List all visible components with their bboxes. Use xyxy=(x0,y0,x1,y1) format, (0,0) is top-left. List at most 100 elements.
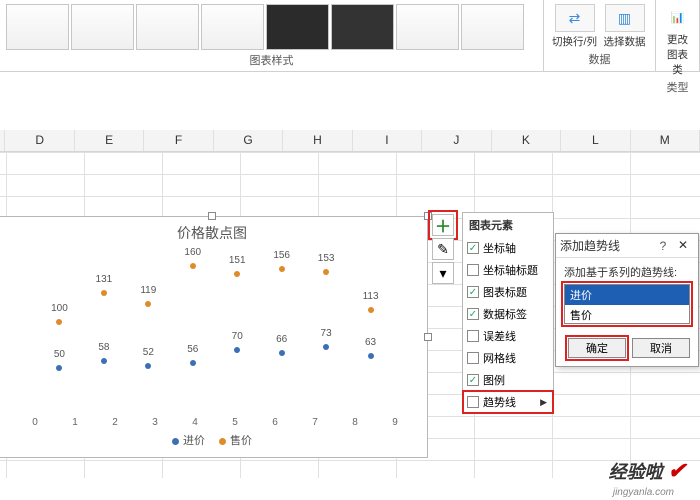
panel-item-axes[interactable]: 坐标轴 xyxy=(463,237,553,259)
panel-item-axis-titles[interactable]: 坐标轴标题 xyxy=(463,259,553,281)
chart-legend[interactable]: 进价 售价 xyxy=(0,432,427,448)
switch-row-col-button[interactable]: ⇄ 切换行/列 xyxy=(551,4,599,49)
chart-type-icon: 📊 xyxy=(664,4,692,30)
resize-handle[interactable] xyxy=(424,333,432,341)
list-option[interactable]: 售价 xyxy=(565,305,689,325)
chart-styles-button[interactable]: ✎ xyxy=(432,238,454,260)
chart-style-thumb[interactable] xyxy=(201,4,264,50)
cancel-button[interactable]: 取消 xyxy=(632,338,690,358)
chart-style-thumb[interactable] xyxy=(6,4,69,50)
col-header[interactable]: F xyxy=(144,130,213,151)
panel-item-chart-title[interactable]: 图表标题 xyxy=(463,281,553,303)
data-point[interactable] xyxy=(101,358,107,364)
checkbox-icon[interactable] xyxy=(467,396,479,408)
column-headers: D E F G H I J K L M xyxy=(0,130,700,152)
chart-elements-button[interactable]: ＋ xyxy=(432,214,454,236)
panel-item-data-labels[interactable]: 数据标签 xyxy=(463,303,553,325)
ok-button[interactable]: 确定 xyxy=(568,338,626,358)
data-label: 100 xyxy=(51,303,68,314)
data-point[interactable] xyxy=(234,347,240,353)
data-label: 156 xyxy=(273,250,290,261)
data-point[interactable] xyxy=(56,319,62,325)
panel-item-label: 图例 xyxy=(483,372,505,388)
data-point[interactable] xyxy=(368,353,374,359)
dialog-titlebar[interactable]: 添加趋势线 ? ✕ xyxy=(556,234,698,258)
col-header[interactable]: K xyxy=(492,130,561,151)
chart-fly-buttons: ＋ ✎ ▾ xyxy=(432,214,454,284)
col-header[interactable]: E xyxy=(75,130,144,151)
x-tick: 6 xyxy=(272,417,278,428)
col-header[interactable]: H xyxy=(283,130,352,151)
data-point[interactable] xyxy=(234,271,240,277)
x-tick: 1 xyxy=(72,417,78,428)
spreadsheet-grid[interactable]: 价格散点图 5058525670667363100131119160151156… xyxy=(0,152,700,478)
chart-style-thumb[interactable] xyxy=(396,4,459,50)
chart-style-thumb[interactable] xyxy=(71,4,134,50)
select-data-button[interactable]: ▥ 选择数据 xyxy=(601,4,649,49)
data-point[interactable] xyxy=(145,363,151,369)
checkbox-icon[interactable] xyxy=(467,330,479,342)
dialog-title: 添加趋势线 xyxy=(560,237,654,254)
embedded-chart[interactable]: 价格散点图 5058525670667363100131119160151156… xyxy=(0,216,428,458)
panel-item-error-bars[interactable]: 误差线 xyxy=(463,325,553,347)
col-header[interactable]: I xyxy=(353,130,422,151)
help-button[interactable]: ? xyxy=(654,239,672,253)
data-point[interactable] xyxy=(145,301,151,307)
data-point[interactable] xyxy=(56,365,62,371)
watermark-sub: jingyanla.com xyxy=(613,487,674,498)
chart-style-gallery[interactable] xyxy=(6,2,537,50)
chart-style-thumb[interactable] xyxy=(461,4,524,50)
data-point[interactable] xyxy=(190,360,196,366)
panel-item-legend[interactable]: 图例 xyxy=(463,369,553,391)
chart-style-thumb[interactable] xyxy=(331,4,394,50)
data-point[interactable] xyxy=(368,307,374,313)
data-point[interactable] xyxy=(279,266,285,272)
panel-title: 图表元素 xyxy=(463,213,553,237)
add-trendline-dialog[interactable]: 添加趋势线 ? ✕ 添加基于系列的趋势线: 进价 售价 确定 取消 xyxy=(555,233,699,367)
panel-item-label: 趋势线 xyxy=(483,394,516,410)
col-header[interactable]: D xyxy=(5,130,74,151)
series-listbox[interactable]: 进价 售价 xyxy=(564,284,690,324)
x-tick: 8 xyxy=(352,417,358,428)
chart-title[interactable]: 价格散点图 xyxy=(0,217,427,247)
x-tick: 5 xyxy=(232,417,238,428)
col-header[interactable]: M xyxy=(631,130,700,151)
checkbox-icon[interactable] xyxy=(467,374,479,386)
panel-item-label: 误差线 xyxy=(483,328,516,344)
close-button[interactable]: ✕ xyxy=(672,238,694,254)
panel-item-trendline[interactable]: 趋势线 ▶ xyxy=(463,391,553,413)
change-chart-type-button[interactable]: 📊 更改图表类 xyxy=(662,2,693,77)
data-point[interactable] xyxy=(323,269,329,275)
data-label: 153 xyxy=(318,253,335,264)
data-point[interactable] xyxy=(101,290,107,296)
checkbox-icon[interactable] xyxy=(467,352,479,364)
panel-item-gridlines[interactable]: 网格线 xyxy=(463,347,553,369)
ribbon-group-styles: 图表样式 xyxy=(0,0,544,71)
chevron-right-icon: ▶ xyxy=(540,397,547,408)
checkbox-icon[interactable] xyxy=(467,308,479,320)
data-label: 131 xyxy=(96,274,113,285)
x-tick: 0 xyxy=(32,417,38,428)
chart-filter-button[interactable]: ▾ xyxy=(432,262,454,284)
data-point[interactable] xyxy=(190,263,196,269)
chart-elements-panel[interactable]: 图表元素 坐标轴 坐标轴标题 图表标题 数据标签 误差线 网格线 图例 趋势线 ▶ xyxy=(462,212,554,414)
x-tick: 9 xyxy=(392,417,398,428)
select-data-icon: ▥ xyxy=(605,4,645,32)
data-label: 151 xyxy=(229,255,246,266)
checkbox-icon[interactable] xyxy=(467,264,479,276)
col-header[interactable]: L xyxy=(561,130,630,151)
data-point[interactable] xyxy=(323,344,329,350)
col-header[interactable]: G xyxy=(214,130,283,151)
checkbox-icon[interactable] xyxy=(467,286,479,298)
data-label: 160 xyxy=(184,247,201,258)
resize-handle[interactable] xyxy=(208,212,216,220)
legend-dot-icon xyxy=(219,438,226,445)
chart-style-thumb[interactable] xyxy=(266,4,329,50)
checkbox-icon[interactable] xyxy=(467,242,479,254)
list-option[interactable]: 进价 xyxy=(565,285,689,305)
data-label: 52 xyxy=(143,347,154,358)
chart-plot-area[interactable]: 5058525670667363100131119160151156153113 xyxy=(15,247,415,415)
col-header[interactable]: J xyxy=(422,130,491,151)
data-point[interactable] xyxy=(279,350,285,356)
chart-style-thumb[interactable] xyxy=(136,4,199,50)
